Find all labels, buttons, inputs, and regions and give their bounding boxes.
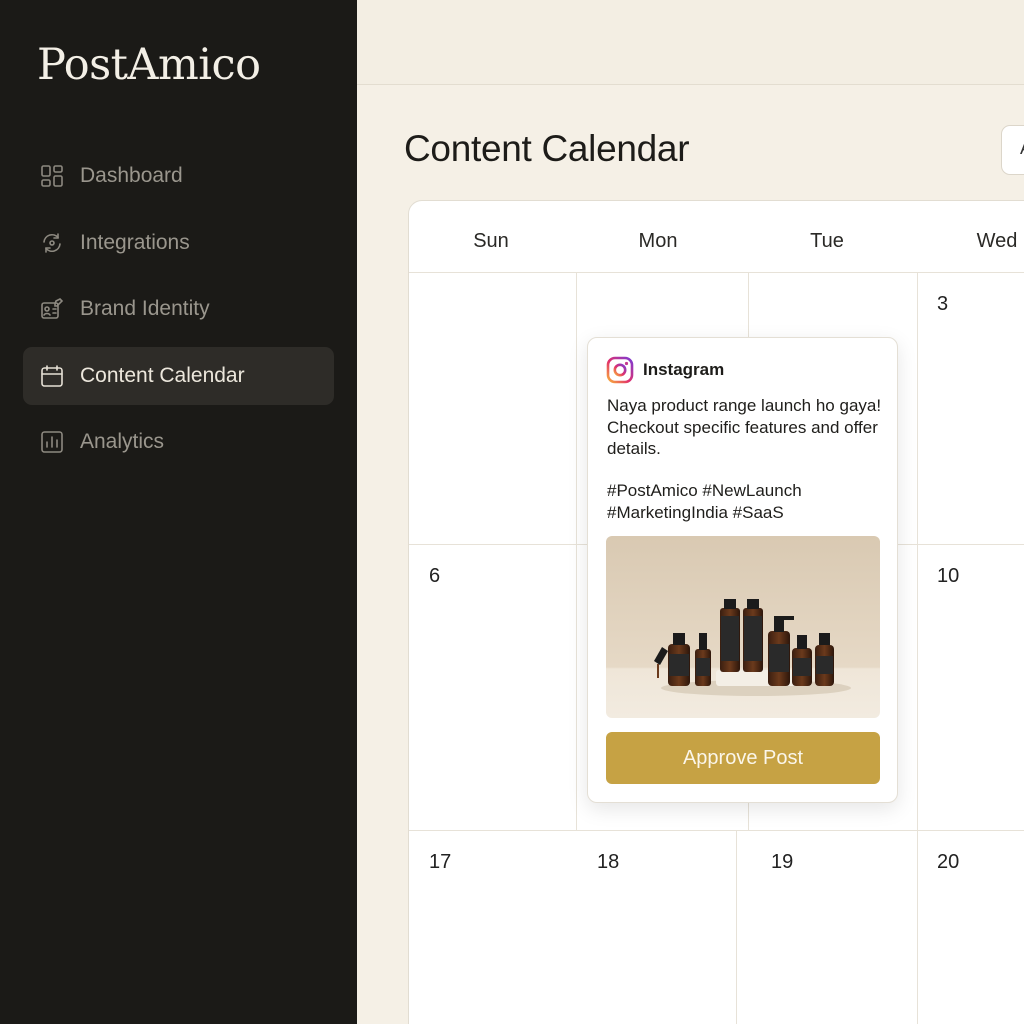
id-card-edit-icon [39,296,65,322]
instagram-icon [606,356,634,384]
approve-post-button[interactable]: Approve Post [606,732,880,784]
grid-divider [409,272,1024,273]
grid-divider [409,830,1024,831]
bar-chart-icon [39,429,65,455]
sidebar-item-integrations[interactable]: Integrations [23,214,334,272]
weekday-header-mon: Mon [638,230,678,252]
top-bar [357,0,1024,85]
sidebar-item-label: Integrations [80,230,190,254]
grid-divider [576,272,577,830]
sidebar-item-label: Content Calendar [80,363,245,387]
post-card-header: Instagram [606,356,724,384]
post-hashtags: #PostAmico #NewLaunch #MarketingIndia #S… [607,481,802,522]
sidebar-item-label: Analytics [80,430,165,453]
sidebar: PostAmico Dashboard Integrations Brand I… [0,0,357,1024]
calendar-day-cell[interactable]: 18 [597,851,619,874]
weekday-header-sun: Sun [473,230,509,252]
sidebar-nav: Dashboard Integrations Brand Identity Co… [23,147,334,480]
grid-divider [917,830,918,1024]
dashboard-grid-icon [39,163,65,189]
post-caption: Naya product range launch ho gaya! Check… [607,396,882,458]
grid-divider [736,830,737,1024]
weekday-header-tue: Tue [810,230,844,252]
page-title: Content Calendar [404,128,690,169]
grid-divider [917,272,918,830]
sidebar-item-content-calendar[interactable]: Content Calendar [23,346,334,405]
sidebar-item-dashboard[interactable]: Dashboard [23,147,334,205]
sidebar-item-label: Dashboard [80,164,183,187]
post-image [606,536,880,718]
product-bottles-image [606,536,880,718]
post-preview-card[interactable]: Instagram Naya product range launch ho g… [587,337,898,803]
sidebar-item-label: Brand Identity [80,297,210,320]
app-root: PostAmico Dashboard Integrations Brand I… [0,0,1024,1024]
calendar-day-cell[interactable]: 20 [937,851,959,874]
calendar-icon [39,363,65,389]
calendar-day-cell[interactable]: 19 [771,851,793,874]
app-logo[interactable]: PostAmico [37,40,261,90]
sidebar-item-brand-identity[interactable]: Brand Identity [23,280,334,338]
calendar-day-cell[interactable]: 3 [937,293,948,316]
calendar-day-cell[interactable]: 6 [429,565,440,588]
calendar-day-cell[interactable]: 10 [937,565,959,588]
sidebar-item-analytics[interactable]: Analytics [23,413,334,471]
calendar-day-cell[interactable]: 17 [429,851,451,874]
weekday-header-wed: Wed [976,230,1018,252]
sync-arrows-icon [39,230,65,256]
header-action-button[interactable]: A [1001,125,1024,175]
post-platform-label: Instagram [643,360,725,379]
